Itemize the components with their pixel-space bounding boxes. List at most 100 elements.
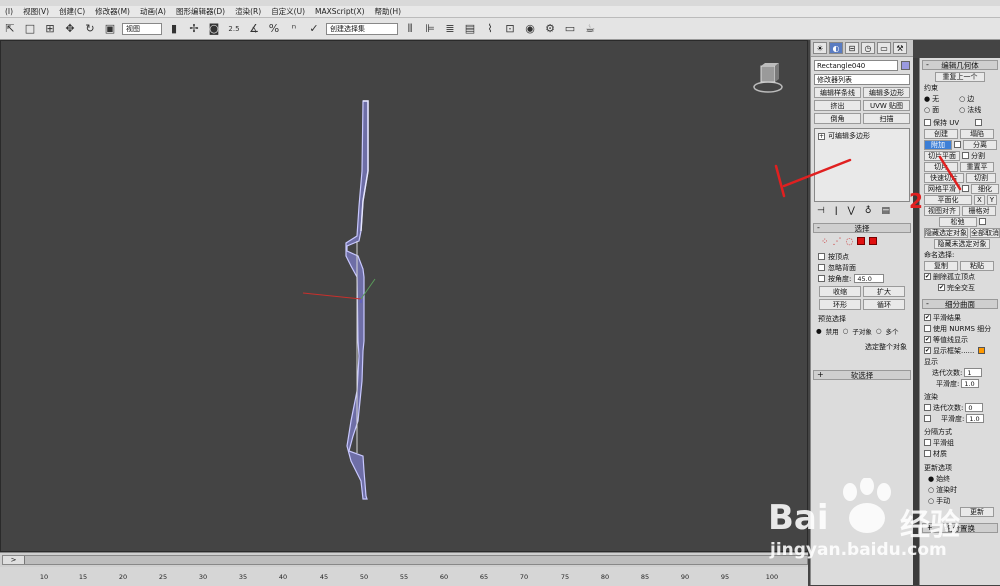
ignore-backfacing-check[interactable]: 忽略背面 <box>811 262 913 273</box>
render-iterations-spinner[interactable]: 0 <box>965 403 984 412</box>
settings-icon[interactable] <box>975 119 983 126</box>
tessellate-button[interactable]: 细化 <box>971 183 999 194</box>
motion-tab-icon[interactable]: ◷ <box>861 42 875 54</box>
display-tab-icon[interactable]: ▭ <box>877 42 891 54</box>
viewport-perspective[interactable] <box>0 40 808 552</box>
grow-button[interactable]: 扩大 <box>863 286 905 297</box>
expand-icon[interactable]: + <box>818 132 825 140</box>
checkbox[interactable] <box>962 152 969 159</box>
make-planar-button[interactable]: 平面化 <box>924 194 972 205</box>
checkbox[interactable] <box>924 439 931 446</box>
settings-icon[interactable] <box>962 185 969 192</box>
soft-selection-rollout-header[interactable]: + 软选择 <box>813 370 911 380</box>
rotate-icon[interactable]: ↻ <box>82 21 98 37</box>
paste-button[interactable]: 粘贴 <box>960 260 994 271</box>
reference-coord-select[interactable]: 视图 <box>122 22 162 35</box>
by-angle-check[interactable]: 按角度: 45.0 <box>811 273 913 284</box>
configure-sets-icon[interactable]: ▤ <box>881 206 890 216</box>
cut-button[interactable]: 切割 <box>966 172 996 183</box>
checkbox-checked[interactable]: ✔ <box>924 336 931 343</box>
radio-on-icon[interactable]: ● <box>924 95 930 103</box>
hide-selected-button[interactable]: 隐藏选定对象 <box>924 227 968 238</box>
planar-x-button[interactable]: X <box>974 194 985 205</box>
extrude-button[interactable]: 挤出 <box>814 100 861 111</box>
by-vertex-check[interactable]: 按顶点 <box>811 251 913 262</box>
hide-unselected-button[interactable]: 隐藏未选定对象 <box>934 238 990 249</box>
selection-rollout-header[interactable]: - 选择 <box>813 223 911 233</box>
schematic-icon[interactable]: ⊡ <box>502 21 518 37</box>
polygon-level-icon[interactable] <box>857 237 866 245</box>
edge-level-icon[interactable]: ⋰ <box>833 237 842 247</box>
checkbox[interactable] <box>924 325 931 332</box>
mirror-icon[interactable]: ⫴ <box>402 21 418 37</box>
angle-snap-icon[interactable]: ∡ <box>246 21 262 37</box>
edit-spline-button[interactable]: 编辑样条线 <box>814 87 861 98</box>
percent-snap-icon[interactable]: % <box>266 21 282 37</box>
edit-geometry-header[interactable]: - 编辑几何体 <box>922 60 998 70</box>
collapse-button[interactable]: 塌陷 <box>960 128 994 139</box>
render-icon[interactable]: ☕ <box>582 21 598 37</box>
view-align-button[interactable]: 视图对齐 <box>924 205 960 216</box>
slice-button[interactable]: 切片 <box>924 161 958 172</box>
curve-editor-icon[interactable]: ⌇ <box>482 21 498 37</box>
smoothness-spinner[interactable]: 1.0 <box>961 379 980 388</box>
checkbox[interactable] <box>924 450 931 457</box>
checkbox-checked[interactable]: ✔ <box>924 314 931 321</box>
stack-item-editable-poly[interactable]: + 可编辑多边形 <box>815 129 909 143</box>
slice-plane-button[interactable]: 切片平面 <box>924 150 960 161</box>
radio-off-icon[interactable]: ○ <box>843 327 849 335</box>
time-slider-handle[interactable]: > <box>3 556 25 564</box>
settings-icon[interactable] <box>978 218 986 225</box>
modify-tab-icon[interactable]: ◐ <box>829 42 843 54</box>
menu-item[interactable]: 创建(C) <box>54 6 90 17</box>
repeat-last-button[interactable]: 重复上一个 <box>935 72 985 82</box>
relax-button[interactable]: 松弛 <box>938 216 977 227</box>
planar-y-button[interactable]: Y <box>986 194 998 205</box>
menu-item[interactable]: 自定义(U) <box>266 6 310 17</box>
bevel-button[interactable]: 倒角 <box>814 113 861 124</box>
checkbox[interactable] <box>924 415 931 422</box>
attach-button[interactable]: 附加 <box>924 139 952 150</box>
scale-icon[interactable]: ▣ <box>102 21 118 37</box>
shrink-button[interactable]: 收缩 <box>819 286 861 297</box>
named-selection-set[interactable]: 创建选择集 <box>326 22 398 35</box>
utilities-tab-icon[interactable]: ⚒ <box>893 42 907 54</box>
menu-item[interactable]: MAXScript(X) <box>310 7 369 16</box>
sweep-button[interactable]: 扫描 <box>863 113 910 124</box>
time-slider[interactable]: > <box>2 555 808 565</box>
keyboard-shortcut-icon[interactable]: ◙ <box>206 21 222 37</box>
checkbox[interactable] <box>818 253 825 260</box>
menu-item[interactable]: 渲染(R) <box>230 6 266 17</box>
make-unique-icon[interactable]: ⋁ <box>848 206 855 216</box>
quickslice-button[interactable]: 快速切片 <box>924 172 964 183</box>
render-setup-icon[interactable]: ⚙ <box>542 21 558 37</box>
radio-off-icon[interactable]: ○ <box>924 106 930 114</box>
grid-align-button[interactable]: 栅格对 <box>962 205 996 216</box>
render-frame-icon[interactable]: ▭ <box>562 21 578 37</box>
layer-icon[interactable]: ≣ <box>442 21 458 37</box>
checkbox[interactable] <box>924 119 931 126</box>
frame-ruler[interactable]: 10 15 20 25 30 35 40 45 50 55 60 65 70 7… <box>0 567 808 586</box>
graphite-icon[interactable]: ▤ <box>462 21 478 37</box>
radio-on-icon[interactable]: ● <box>816 327 822 335</box>
attach-settings-icon[interactable] <box>954 141 961 148</box>
checkbox-checked[interactable]: ✔ <box>924 273 931 280</box>
align-icon[interactable]: ⊫ <box>422 21 438 37</box>
detach-button[interactable]: 分离 <box>963 139 997 150</box>
remove-modifier-icon[interactable]: ♁ <box>865 206 872 216</box>
modifier-stack[interactable]: + 可编辑多边形 <box>814 128 910 202</box>
edit-poly-button[interactable]: 编辑多边形 <box>863 87 910 98</box>
pin-stack-icon[interactable]: ⊣ <box>817 206 825 216</box>
radio-off-icon[interactable]: ○ <box>876 327 882 335</box>
create-tab-icon[interactable]: ☀ <box>813 42 827 54</box>
uvw-map-button[interactable]: UVW 贴图 <box>863 100 910 111</box>
radio-off-icon[interactable]: ○ <box>959 106 965 114</box>
filter-icon[interactable]: ⊞ <box>42 21 58 37</box>
move-icon[interactable]: ✥ <box>62 21 78 37</box>
element-level-icon[interactable] <box>869 237 878 245</box>
cage-color-swatch[interactable] <box>978 347 986 354</box>
menu-item[interactable]: 动画(A) <box>135 6 171 17</box>
checkbox-checked[interactable]: ✔ <box>924 347 931 354</box>
iterations-spinner[interactable]: 1 <box>964 368 983 377</box>
checkbox[interactable] <box>818 275 825 282</box>
